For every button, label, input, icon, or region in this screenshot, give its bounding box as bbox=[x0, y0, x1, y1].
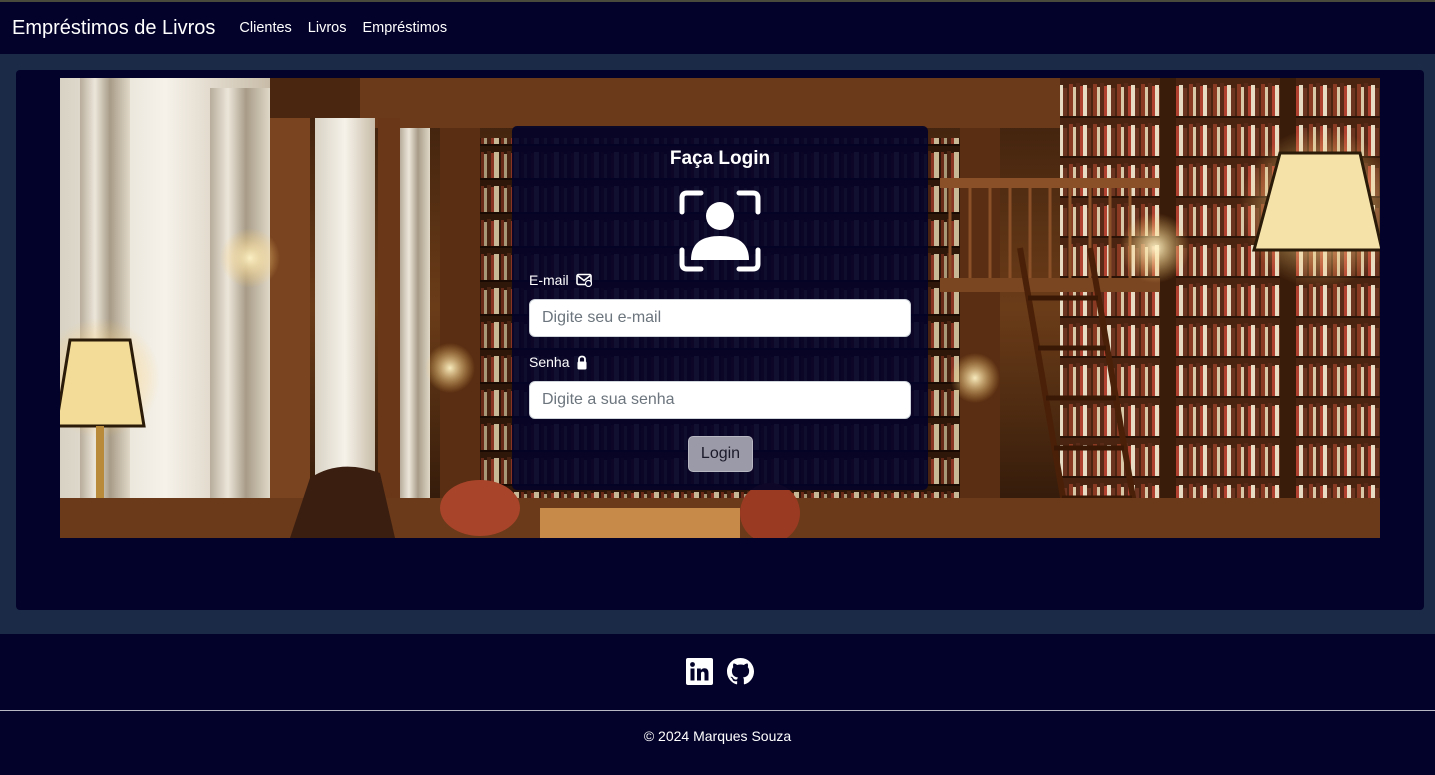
password-input[interactable] bbox=[529, 381, 911, 419]
social-links bbox=[686, 658, 754, 685]
nav-link-emprestimos[interactable]: Empréstimos bbox=[362, 20, 447, 36]
github-icon[interactable] bbox=[727, 658, 754, 685]
email-label: E-mail bbox=[529, 272, 592, 288]
copyright-text: © 2024 Marques Souza bbox=[643, 728, 792, 744]
user-scan-icon bbox=[679, 190, 761, 272]
nav-link-livros[interactable]: Livros bbox=[308, 20, 347, 36]
login-button[interactable]: Login bbox=[688, 436, 753, 472]
nav-link-clientes[interactable]: Clientes bbox=[239, 20, 291, 36]
login-card: Faça Login E-mail Senha Login bbox=[512, 126, 928, 490]
nav-links: Clientes Livros Empréstimos bbox=[239, 20, 447, 36]
footer: © 2024 Marques Souza bbox=[0, 634, 1435, 775]
linkedin-icon[interactable] bbox=[686, 658, 713, 685]
login-title: Faça Login bbox=[669, 148, 771, 169]
lock-icon bbox=[577, 355, 587, 369]
navbar: Empréstimos de Livros Clientes Livros Em… bbox=[0, 2, 1435, 54]
password-label: Senha bbox=[529, 354, 588, 370]
password-label-text: Senha bbox=[529, 354, 570, 370]
envelope-icon bbox=[575, 273, 592, 287]
footer-divider bbox=[0, 710, 1435, 711]
email-label-text: E-mail bbox=[529, 272, 569, 288]
email-input[interactable] bbox=[529, 299, 911, 337]
brand-title[interactable]: Empréstimos de Livros bbox=[12, 17, 215, 40]
